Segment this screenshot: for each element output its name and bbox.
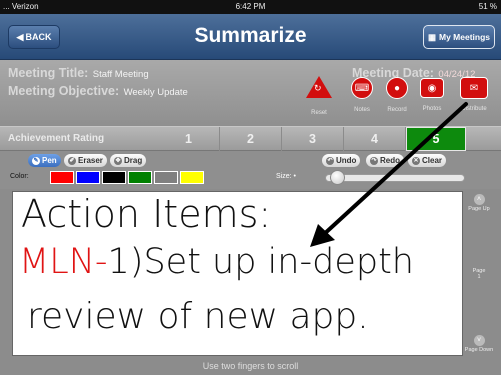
- drag-label: Drag: [124, 156, 143, 165]
- color-swatch-yellow[interactable]: [180, 171, 204, 184]
- eraser-icon: ✐: [68, 156, 76, 165]
- redo-icon: ↷: [370, 156, 378, 165]
- page-number: 1: [477, 274, 481, 280]
- color-swatch-black[interactable]: [102, 171, 126, 184]
- redo-button[interactable]: ↷ Redo: [366, 154, 404, 167]
- size-slider-track[interactable]: [325, 174, 465, 182]
- undo-button[interactable]: ↶ Undo: [322, 154, 361, 167]
- undo-icon: ↶: [326, 156, 334, 165]
- reset-button[interactable]: ↻ Reset: [304, 76, 334, 116]
- clear-button[interactable]: ✕ Clear: [408, 154, 447, 167]
- keyboard-icon: ⌨: [351, 77, 373, 99]
- drawing-canvas[interactable]: Action Items: MLN-1)Set up in-depth revi…: [12, 191, 463, 356]
- meeting-title-value: Staff Meeting: [92, 69, 149, 80]
- note-line-3: review of new app.: [27, 296, 369, 337]
- reset-label: Reset: [311, 110, 327, 116]
- rating-option-4[interactable]: 4: [344, 127, 406, 151]
- note-action-item: 1)Set up in-depth: [107, 242, 414, 282]
- drag-button[interactable]: ✥ Drag: [110, 154, 147, 167]
- clock: 6:42 PM: [235, 2, 266, 11]
- drawing-toolbar: ✎ Pen ✐ Eraser ✥ Drag ↶ Undo ↷ Redo ✕ Cl…: [0, 151, 501, 189]
- navigation-bar: ◀ BACK Summarize ▦ My Meetings: [0, 14, 501, 60]
- note-initials: MLN-: [19, 242, 108, 282]
- distribute-button[interactable]: ✉ Distribute: [454, 77, 494, 112]
- achievement-rating-bar: Achievement Rating 1 2 3 4 5: [0, 126, 501, 151]
- scroll-hint: Use two fingers to scroll: [202, 361, 299, 371]
- eraser-label: Eraser: [78, 156, 103, 165]
- meeting-title-label: Meeting Title:: [8, 66, 89, 80]
- page-up-label: Page Up: [468, 206, 490, 212]
- rating-option-5[interactable]: 5: [406, 127, 466, 151]
- pen-label: Pen: [42, 156, 57, 165]
- status-bar: ... Verizon 6:42 PM 51 %: [0, 0, 501, 14]
- achievement-rating-label: Achievement Rating: [8, 133, 105, 144]
- note-line-2: MLN-1)Set up in-depth: [19, 242, 414, 282]
- battery-indicator: 51 %: [478, 2, 497, 11]
- record-label: Record: [387, 107, 407, 113]
- meeting-objective: Meeting Objective: Weekly Update: [8, 82, 188, 100]
- distribute-label: Distribute: [461, 106, 487, 112]
- reset-warning-icon: ↻: [306, 76, 332, 98]
- note-line-1: Action Items:: [21, 192, 272, 236]
- color-label: Color:: [10, 173, 29, 180]
- photos-label: Photos: [422, 106, 442, 112]
- color-swatch-green[interactable]: [128, 171, 152, 184]
- clear-icon: ✕: [412, 156, 420, 165]
- my-meetings-button[interactable]: ▦ My Meetings: [423, 25, 495, 49]
- pencil-icon: ✎: [32, 156, 40, 165]
- camera-icon: ◉: [420, 78, 444, 98]
- chevron-down-icon: ˅: [473, 335, 485, 346]
- size-label: Size: •: [276, 173, 296, 180]
- microphone-icon: ●: [386, 77, 408, 99]
- clear-label: Clear: [422, 156, 443, 165]
- rating-option-2[interactable]: 2: [220, 127, 282, 151]
- color-swatch-blue[interactable]: [76, 171, 100, 184]
- eraser-button[interactable]: ✐ Eraser: [64, 154, 107, 167]
- calendar-icon: ▦: [427, 31, 436, 42]
- page-up-button[interactable]: ˄ Page Up: [463, 194, 495, 212]
- size-slider-handle[interactable]: [330, 170, 345, 185]
- meeting-info-panel: Meeting Title: Staff Meeting Meeting Obj…: [0, 60, 501, 126]
- notes-button[interactable]: ⌨ Notes: [347, 77, 377, 113]
- size-preview-dot: •: [293, 173, 296, 180]
- chevron-up-icon: ˄: [473, 194, 485, 205]
- redo-label: Redo: [380, 156, 400, 165]
- meeting-title: Meeting Title: Staff Meeting: [8, 64, 149, 82]
- my-meetings-label: My Meetings: [439, 32, 491, 42]
- rating-option-3[interactable]: 3: [282, 127, 344, 151]
- color-swatch-red[interactable]: [50, 171, 74, 184]
- pen-button[interactable]: ✎ Pen: [28, 154, 61, 167]
- color-swatch-gray[interactable]: [154, 171, 178, 184]
- drag-icon: ✥: [114, 156, 122, 165]
- meeting-objective-label: Meeting Objective:: [8, 84, 120, 98]
- undo-label: Undo: [336, 156, 357, 165]
- envelope-icon: ✉: [460, 77, 488, 99]
- rating-option-1[interactable]: 1: [158, 127, 220, 151]
- photos-button[interactable]: ◉ Photos: [417, 78, 447, 112]
- meeting-objective-value: Weekly Update: [123, 87, 188, 98]
- page-down-button[interactable]: ˅ Page Down: [463, 335, 495, 353]
- notes-label: Notes: [354, 107, 370, 113]
- page-down-label: Page Down: [464, 347, 494, 353]
- record-button[interactable]: ● Record: [382, 77, 412, 113]
- page-indicator: Page 1: [463, 268, 495, 280]
